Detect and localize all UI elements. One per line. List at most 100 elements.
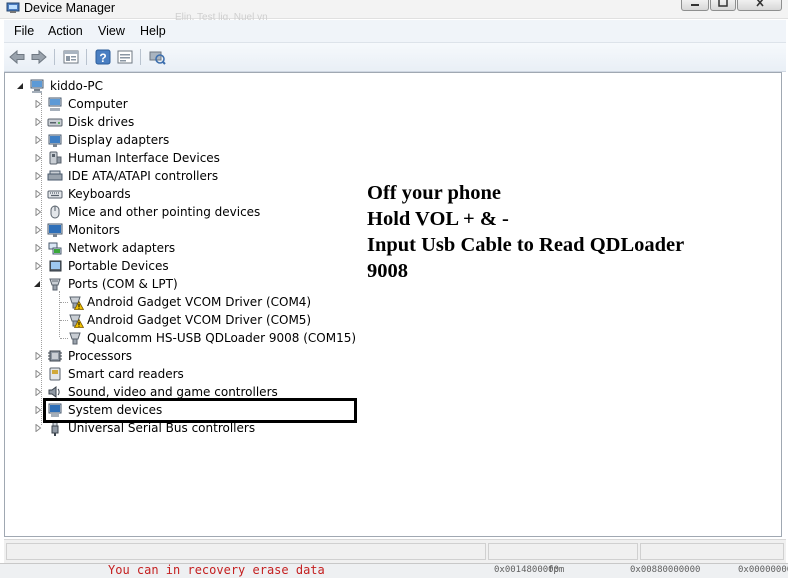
menu-file[interactable]: File bbox=[14, 24, 34, 38]
toolbar-separator bbox=[140, 49, 141, 65]
expand-arrow-icon[interactable] bbox=[34, 370, 42, 378]
port-device-label: Android Gadget VCOM Driver (COM5) bbox=[87, 313, 312, 327]
portable-device-icon bbox=[49, 260, 62, 272]
tree-category-label: Monitors bbox=[68, 223, 120, 237]
ide-controller-icon bbox=[47, 170, 63, 181]
toolbar-separator bbox=[86, 49, 87, 65]
expand-arrow-icon[interactable] bbox=[34, 226, 42, 234]
tree-category-row[interactable]: IDE ATA/ATAPI controllers bbox=[5, 167, 365, 185]
tree-category-row[interactable]: Processors bbox=[5, 347, 365, 365]
expand-arrow-icon[interactable] bbox=[34, 136, 42, 144]
status-segment bbox=[640, 543, 784, 560]
tree-category-row[interactable]: Human Interface Devices bbox=[5, 149, 365, 167]
expand-arrow-icon[interactable] bbox=[34, 262, 42, 270]
restore-button[interactable] bbox=[710, 0, 736, 11]
properties-icon[interactable] bbox=[62, 48, 80, 66]
expand-arrow-icon[interactable] bbox=[34, 352, 42, 360]
scan-hardware-icon[interactable] bbox=[148, 48, 166, 66]
show-hidden-icon[interactable] bbox=[116, 48, 134, 66]
expand-arrow-icon[interactable] bbox=[34, 190, 42, 198]
background-gray-text: 0x0000000000 bbox=[738, 565, 788, 575]
svg-text:?: ? bbox=[99, 51, 106, 65]
menu-help[interactable]: Help bbox=[140, 24, 166, 38]
tree-root-label: kiddo-PC bbox=[50, 79, 104, 93]
instruction-line-3: Input Usb Cable to Read QDLoader bbox=[367, 234, 685, 256]
help-icon[interactable]: ? bbox=[94, 48, 112, 66]
port-device-label: Android Gadget VCOM Driver (COM4) bbox=[87, 295, 312, 309]
tree-category-row[interactable]: Keyboards bbox=[5, 185, 365, 203]
collapse-arrow-icon[interactable] bbox=[33, 280, 41, 288]
expand-arrow-icon[interactable] bbox=[34, 100, 42, 108]
tree-category-label: Keyboards bbox=[68, 187, 131, 201]
computer-icon bbox=[48, 97, 62, 111]
processor-icon bbox=[48, 350, 62, 362]
tree-category-row[interactable]: Network adapters bbox=[5, 239, 365, 257]
port-device-label: Qualcomm HS-USB QDLoader 9008 (COM15) bbox=[87, 331, 357, 345]
back-icon[interactable] bbox=[8, 48, 26, 66]
expand-arrow-icon[interactable] bbox=[34, 172, 42, 180]
port-device-row[interactable]: Android Gadget VCOM Driver (COM4) bbox=[5, 293, 365, 311]
device-manager-app-icon bbox=[6, 2, 20, 13]
keyboard-icon bbox=[47, 190, 63, 199]
minimize-icon bbox=[691, 4, 699, 6]
menu-view[interactable]: View bbox=[98, 24, 125, 38]
background-gray-text: fpm bbox=[548, 565, 565, 575]
expand-arrow-icon[interactable] bbox=[34, 244, 42, 252]
port-connector-icon bbox=[69, 332, 81, 345]
tree-category-row[interactable]: Display adapters bbox=[5, 131, 365, 149]
toolbar-separator bbox=[54, 49, 55, 65]
expand-arrow-icon[interactable] bbox=[34, 118, 42, 126]
background-window-strip: You can in recovery erase data 0x0014800… bbox=[0, 563, 788, 578]
tree-category-label: Ports (COM & LPT) bbox=[68, 277, 178, 291]
tree-category-row[interactable]: Mice and other pointing devices bbox=[5, 203, 365, 221]
tree-root[interactable]: kiddo-PC bbox=[5, 77, 305, 95]
expand-arrow-icon[interactable] bbox=[34, 208, 42, 216]
tree-category-row[interactable]: Portable Devices bbox=[5, 257, 365, 275]
background-red-text: You can in recovery erase data bbox=[108, 563, 325, 577]
tree-category-row[interactable]: Monitors bbox=[5, 221, 365, 239]
menu-bar: File Action View Help bbox=[4, 20, 786, 43]
smart-card-reader-icon bbox=[49, 367, 61, 381]
status-bar bbox=[4, 539, 786, 564]
expand-arrow-icon[interactable] bbox=[34, 406, 42, 414]
menu-action[interactable]: Action bbox=[48, 24, 83, 38]
expand-arrow-icon[interactable] bbox=[34, 388, 42, 396]
port-device-row[interactable]: Android Gadget VCOM Driver (COM5) bbox=[5, 311, 365, 329]
expand-arrow-icon[interactable] bbox=[34, 424, 42, 432]
port-connector-icon bbox=[49, 278, 61, 291]
instruction-line-2: Hold VOL + & - bbox=[367, 208, 509, 230]
close-icon bbox=[755, 0, 764, 7]
title-bar: Device Manager Elin. Test lig, Nuel vn bbox=[0, 0, 788, 23]
tree-category-label: Display adapters bbox=[68, 133, 170, 147]
qdloader-highlight-box bbox=[43, 398, 357, 423]
toolbar: ? bbox=[4, 43, 786, 72]
minimize-button[interactable] bbox=[681, 0, 709, 11]
tree-category-label: Processors bbox=[68, 349, 133, 363]
expand-arrow-icon[interactable] bbox=[34, 154, 42, 162]
device-tree[interactable]: kiddo-PC Computer Disk drives Display adap… bbox=[4, 72, 782, 537]
tree-category-label: Mice and other pointing devices bbox=[68, 205, 261, 219]
close-button[interactable] bbox=[737, 0, 782, 11]
restore-icon bbox=[718, 0, 728, 7]
tree-category-row[interactable]: Computer bbox=[5, 95, 365, 113]
forward-icon[interactable] bbox=[30, 48, 48, 66]
tree-category-label: Computer bbox=[68, 97, 128, 111]
tree-category-label: Portable Devices bbox=[68, 259, 169, 273]
network-adapter-icon bbox=[48, 242, 62, 255]
tree-category-row[interactable]: Ports (COM & LPT) bbox=[5, 275, 365, 293]
tree-category-label: Disk drives bbox=[68, 115, 135, 129]
collapse-arrow-icon[interactable] bbox=[16, 82, 24, 90]
status-segment bbox=[488, 543, 638, 560]
instruction-line-1: Off your phone bbox=[367, 182, 502, 204]
tree-category-row[interactable]: Smart card readers bbox=[5, 365, 365, 383]
hid-icon bbox=[49, 151, 62, 165]
instructions-overlay: Off your phone Hold VOL + & - Input Usb … bbox=[367, 180, 684, 284]
tree-category-label: Smart card readers bbox=[68, 367, 184, 381]
monitor-icon bbox=[47, 223, 63, 237]
tree-category-label: IDE ATA/ATAPI controllers bbox=[68, 169, 219, 183]
port-device-row[interactable]: Qualcomm HS-USB QDLoader 9008 (COM15) bbox=[5, 329, 365, 347]
warning-icon bbox=[74, 301, 84, 310]
tree-category-row[interactable]: Disk drives bbox=[5, 113, 365, 131]
display-adapter-icon bbox=[48, 134, 62, 147]
mouse-icon bbox=[50, 205, 60, 219]
